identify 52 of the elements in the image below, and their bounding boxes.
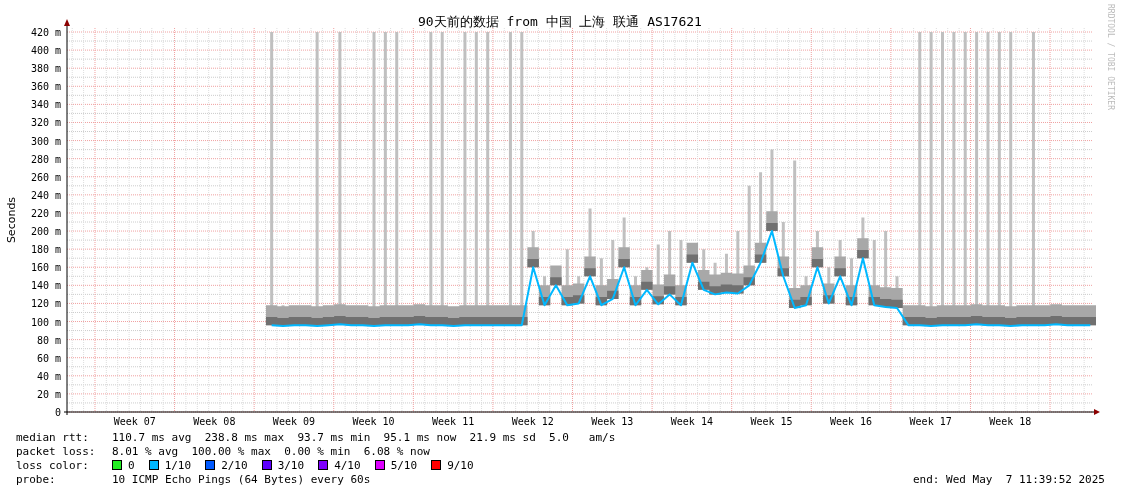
y-tick-label: 140 m <box>30 280 61 292</box>
y-tick-label: 40 m <box>36 370 61 382</box>
y-tick-label: 420 m <box>30 27 61 38</box>
y-tick-label: 20 m <box>36 388 61 400</box>
legend-value: 10 ICMP Echo Pings (64 Bytes) every 60s <box>112 472 371 486</box>
legend-value: 8.01 % avg 100.00 % max 0.00 % min 6.08 % now <box>112 444 430 458</box>
y-tick-label: 0 <box>54 407 61 418</box>
y-tick-label: 280 m <box>30 153 61 165</box>
loss-level-label: 0 <box>128 458 135 472</box>
x-tick-label: Week 14 <box>670 416 713 427</box>
loss-level-label: 4/10 <box>334 458 361 472</box>
x-tick-label: Week 08 <box>193 416 236 427</box>
y-tick-label: 300 m <box>30 135 61 147</box>
end-time: end: Wed May 7 11:39:52 2025 <box>912 472 1105 486</box>
x-tick-label: Week 18 <box>989 416 1032 427</box>
x-tick-label: Week 13 <box>591 416 634 427</box>
loss-level-label: 3/10 <box>277 458 305 472</box>
x-tick-label: Week 11 <box>432 416 475 427</box>
y-tick-label: 60 m <box>36 352 61 364</box>
x-tick-label: Week 09 <box>272 416 315 427</box>
y-tick-label: 80 m <box>36 334 61 346</box>
loss-level-label: 2/10 <box>221 458 248 472</box>
y-tick-label: 120 m <box>30 298 61 310</box>
x-tick-label: Week 16 <box>830 416 873 427</box>
legend-value: 110.7 ms avg 238.8 ms max 93.7 ms min 95.1 ms now 21.9 ms sd 5.0 am/s <box>112 430 616 444</box>
loss-level-label: 9/10 <box>447 458 474 472</box>
y-tick-label: 100 m <box>30 316 61 328</box>
legend-label: loss color: <box>16 458 90 472</box>
y-tick-label: 320 m <box>30 117 61 129</box>
y-axis-label: Seconds <box>5 196 18 244</box>
legend-label: probe: <box>16 472 57 486</box>
y-tick-label: 240 m <box>30 189 61 201</box>
y-tick-label: 260 m <box>30 171 61 183</box>
y-tick-label: 400 m <box>30 45 61 57</box>
credit-text: RRDTOOL / TOBI OETIKER <box>1106 4 1115 110</box>
y-tick-label: 220 m <box>30 207 61 219</box>
y-tick-label: 200 m <box>30 226 61 238</box>
legend-label: packet loss: <box>16 444 97 458</box>
x-tick-label: Week 17 <box>909 416 952 427</box>
y-tick-label: 340 m <box>30 99 61 111</box>
x-tick-label: Week 12 <box>511 416 554 427</box>
y-tick-label: 360 m <box>30 81 61 93</box>
x-tick-label: Week 15 <box>750 416 793 427</box>
y-tick-label: 160 m <box>30 262 61 274</box>
x-tick-label: Week 07 <box>113 416 156 427</box>
legend-label: median rtt: <box>16 430 90 444</box>
graph-title: 90天前的数据 from 中国 上海 联通 AS17621 <box>418 14 702 29</box>
x-tick-label: Week 10 <box>352 416 395 427</box>
loss-level-label: 1/10 <box>164 458 192 472</box>
y-tick-label: 180 m <box>30 244 61 256</box>
loss-level-label: 5/10 <box>390 458 418 472</box>
y-tick-label: 380 m <box>30 63 61 75</box>
